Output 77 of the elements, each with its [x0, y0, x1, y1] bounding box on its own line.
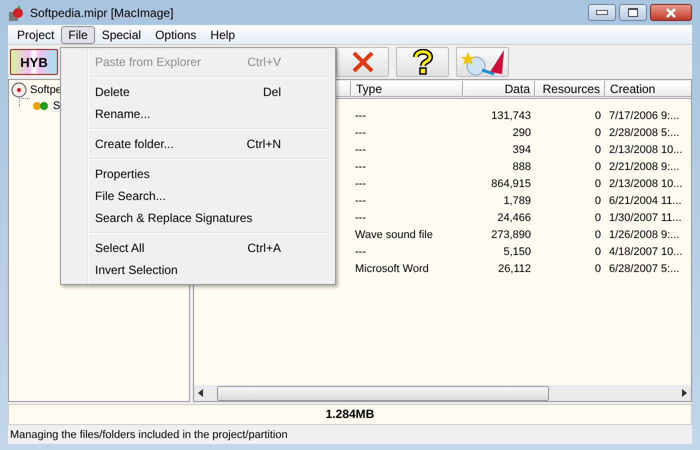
disc-icon [11, 82, 27, 98]
close-button[interactable] [650, 4, 692, 21]
table-cell-text: 1/26/2008 9:... [608, 228, 680, 240]
table-cell-text: 7/17/2006 9:... [608, 110, 680, 122]
table-cell-text: 2/13/2008 10... [608, 178, 684, 190]
table-cell-text: 5,150 [502, 246, 532, 258]
table-cell-text: 6/28/2007 5:... [608, 262, 680, 274]
table-cell-text: --- [354, 246, 367, 258]
cross-icon [350, 50, 374, 74]
table-cell-text: --- [354, 160, 367, 172]
menu-item[interactable]: File [61, 26, 95, 44]
maximize-button[interactable] [619, 4, 647, 21]
table-cell-text: --- [354, 126, 367, 138]
minimize-button[interactable] [588, 4, 616, 21]
format-button[interactable]: HYB [10, 49, 58, 75]
menu-item[interactable]: Options [148, 26, 204, 44]
menu-item[interactable]: Project [10, 26, 62, 44]
menu-item[interactable]: Special [94, 26, 148, 44]
scroll-left-icon[interactable] [197, 389, 205, 397]
table-cell-text: 0 [594, 228, 602, 240]
table-cell-text: --- [354, 178, 367, 190]
menu-item[interactable]: Select All Ctrl+A [63, 237, 333, 259]
table-cell-text: 0 [594, 126, 602, 138]
menu-item[interactable]: File Search... [63, 185, 333, 207]
question-mark-icon [412, 49, 434, 75]
table-cell-text: 26,112 [497, 262, 532, 274]
menu-item[interactable]: Invert Selection [63, 259, 333, 281]
table-cell-text: --- [354, 110, 367, 122]
tree-item[interactable]: Softpe [29, 84, 63, 96]
table-cell-text: 2/13/2008 10... [608, 144, 684, 156]
table-cell-text: 0 [594, 110, 602, 122]
table-cell-text: 0 [594, 246, 602, 258]
close-icon [665, 8, 677, 18]
menu-item[interactable]: Properties [63, 163, 333, 185]
table-cell-text: 864,915 [490, 178, 532, 190]
wizard-icon [460, 48, 506, 76]
table-cell-text: 6/21/2004 11... [608, 194, 683, 206]
menu-item[interactable]: Help [203, 26, 242, 44]
table-cell-text: --- [354, 194, 367, 206]
table-cell-text: 1/30/2007 11... [608, 212, 683, 224]
table-cell-text: 4/18/2007 10... [608, 246, 684, 258]
table-cell-text: 888 [512, 160, 532, 172]
horizontal-scrollbar[interactable] [194, 385, 691, 401]
table-cell-text: 0 [594, 212, 602, 224]
wizard-button[interactable] [456, 47, 509, 77]
column-header[interactable]: Data [463, 81, 535, 97]
table-cell-text: 1,789 [502, 194, 532, 206]
table-cell-text: Wave sound file [354, 228, 434, 240]
table-cell-text: 0 [594, 178, 602, 190]
apple-icon [8, 6, 24, 22]
table-cell-text: 2/28/2008 5:... [608, 126, 680, 138]
table-cell-text: 0 [594, 144, 602, 156]
table-cell-text: 273,890 [490, 228, 532, 240]
table-cell-text: 131,743 [490, 110, 532, 122]
menu-item[interactable]: Delete Del [63, 81, 333, 103]
total-size: 1.284MB [8, 404, 692, 425]
table-cell-text: --- [354, 144, 367, 156]
window-title: Softpedia.mipr [MacImage] [30, 6, 174, 20]
menu-item[interactable]: Rename... [63, 103, 333, 125]
column-header[interactable]: Creation [605, 81, 691, 97]
menu-item[interactable]: Create folder... Ctrl+N [63, 133, 333, 155]
table-cell-text: Microsoft Word [354, 262, 430, 274]
table-cell-text: 0 [594, 194, 602, 206]
column-header[interactable]: Resources [535, 81, 605, 97]
menu-item[interactable]: Search & Replace Signatures [63, 207, 333, 229]
column-header[interactable]: Type [351, 81, 463, 97]
table-cell-text: 0 [594, 262, 602, 274]
help-button[interactable] [396, 47, 449, 77]
delete-button[interactable] [336, 47, 389, 77]
scroll-right-icon[interactable] [680, 389, 688, 397]
table-cell-text: 24,466 [496, 212, 532, 224]
table-cell-text: 290 [512, 126, 532, 138]
partition-icon [32, 101, 50, 111]
table-cell-text: 394 [512, 144, 532, 156]
table-cell-text: 2/21/2008 9:... [608, 160, 680, 172]
table-cell-text: --- [354, 212, 367, 224]
table-cell-text: 0 [594, 160, 602, 172]
